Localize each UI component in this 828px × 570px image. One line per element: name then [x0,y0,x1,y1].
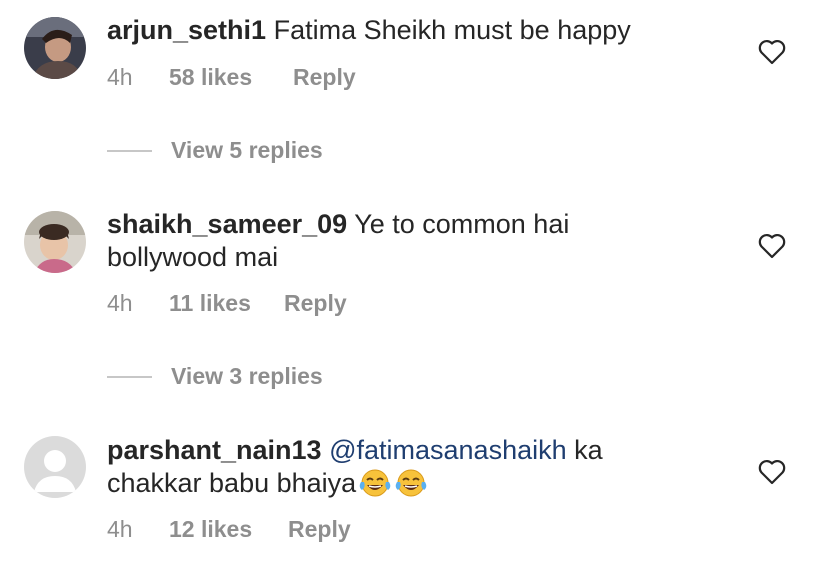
reply-button[interactable]: Reply [293,64,356,91]
comment-text: shaikh_sameer_09 Ye to common hai bollyw… [107,208,627,274]
view-replies-label[interactable]: View 3 replies [171,363,323,390]
view-replies-button[interactable]: View 5 replies [107,137,323,164]
view-replies-button[interactable]: View 3 replies [107,363,323,390]
heart-icon[interactable] [758,233,786,259]
comment-username[interactable]: parshant_nain13 [107,435,322,465]
comment-username[interactable]: arjun_sethi1 [107,15,266,45]
view-replies-label[interactable]: View 5 replies [171,137,323,164]
face-with-tears-of-joy-icon [358,467,392,505]
avatar[interactable] [24,17,86,79]
avatar[interactable] [24,436,86,498]
comment-age: 4h [107,290,133,316]
comment-likes[interactable]: 58 likes [169,64,293,91]
comment-meta: 4h 58 likes Reply [107,64,356,91]
mention-link[interactable]: @fatimasanashaikh [329,435,567,465]
reply-button[interactable]: Reply [288,516,351,543]
comment-meta: 4h 11 likes Reply [107,290,347,317]
comment-age: 4h [107,516,133,542]
comment-meta: 4h 12 likes Reply [107,516,351,543]
reply-button[interactable]: Reply [284,290,347,317]
comment-body: Fatima Sheikh must be happy [273,15,631,45]
comment-text: parshant_nain13 @fatimasanashaikh ka cha… [107,434,647,505]
face-with-tears-of-joy-icon [394,467,428,505]
heart-icon[interactable] [758,39,786,65]
replies-divider [107,149,152,152]
comment-username[interactable]: shaikh_sameer_09 [107,209,347,239]
replies-divider [107,375,152,378]
comment-text: arjun_sethi1 Fatima Sheikh must be happy [107,14,667,47]
comment-likes[interactable]: 11 likes [169,290,284,317]
comment-likes[interactable]: 12 likes [169,516,288,543]
comment-age: 4h [107,64,133,90]
avatar[interactable] [24,211,86,273]
default-avatar-icon [24,436,86,498]
heart-icon[interactable] [758,459,786,485]
